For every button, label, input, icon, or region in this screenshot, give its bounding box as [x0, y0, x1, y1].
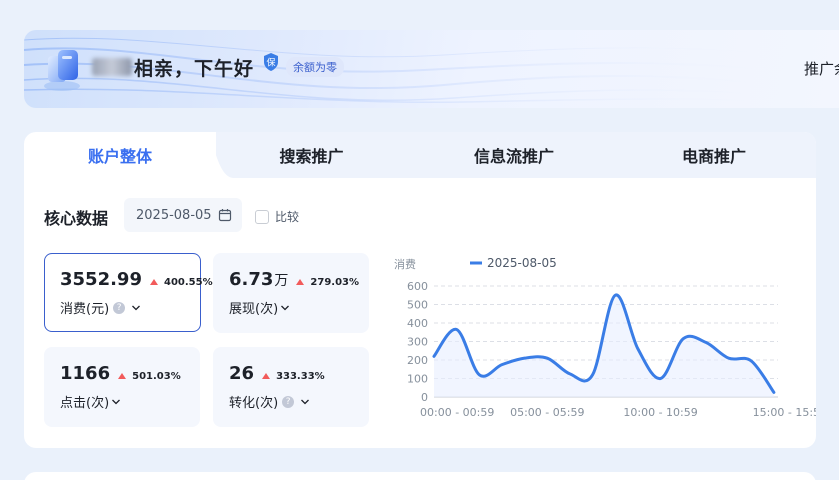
shield-icon[interactable]: 保 — [262, 52, 280, 72]
up-arrow-icon — [296, 279, 305, 285]
x-tick-label: 05:00 - 05:59 — [510, 406, 584, 419]
metric-label: 转化(次) — [229, 396, 279, 411]
help-icon[interactable]: ? — [282, 395, 295, 408]
metric-change: 400.55% — [163, 276, 213, 288]
section-title: 核心数据 — [44, 209, 109, 228]
date-value: 2025-08-05 — [136, 207, 212, 223]
compare-label: 比较 — [275, 210, 300, 224]
metric-card-cost[interactable]: 3552.99 400.55% 消费(元) ? — [44, 253, 213, 332]
legend-label: 2025-08-05 — [487, 256, 557, 270]
help-icon[interactable]: ? — [113, 301, 126, 314]
compare-toggle[interactable]: 比较 — [255, 208, 299, 225]
x-tick-label: 00:00 - 00:59 — [420, 406, 494, 419]
metric-card-impressions[interactable]: 6.73 万 279.03% 展现(次) — [213, 253, 369, 333]
y-tick-label: 300 — [407, 336, 428, 349]
chevron-down-icon[interactable] — [280, 303, 290, 313]
up-arrow-icon — [149, 279, 158, 285]
up-arrow-icon — [118, 373, 127, 379]
balance-status-badge[interactable]: 余额为零 — [286, 57, 345, 77]
tab-feed-promotion[interactable]: 信息流推广 — [434, 132, 594, 178]
date-picker[interactable]: 2025-08-05 — [124, 198, 242, 232]
chevron-down-icon[interactable] — [111, 397, 121, 407]
tab-account-overall[interactable]: 账户整体 — [24, 132, 216, 178]
x-tick-label: 10:00 - 10:59 — [623, 406, 697, 419]
metric-change: 333.33% — [276, 370, 325, 382]
metric-change: 501.03% — [132, 370, 181, 382]
greeting-row: 相亲，下午好 保 余额为零 — [92, 52, 345, 82]
y-tick-label: 0 — [421, 391, 428, 404]
metric-value: 6.73 — [229, 269, 274, 290]
y-tick-label: 200 — [407, 354, 428, 367]
metric-change: 279.03% — [310, 276, 360, 288]
metric-unit: 万 — [274, 273, 289, 289]
x-tick-label: 15:00 - 15:59 — [753, 406, 816, 419]
chevron-down-icon[interactable] — [300, 397, 310, 407]
series-area — [434, 294, 774, 397]
secondary-card — [24, 472, 816, 480]
calendar-icon — [218, 209, 232, 222]
y-axis-label: 消费 — [394, 257, 416, 271]
header-banner: 相亲，下午好 保 余额为零 推广余 — [24, 30, 839, 108]
metric-label: 消费(元) — [60, 302, 110, 317]
tab-label: 电商推广 — [681, 147, 746, 166]
tab-label: 账户整体 — [87, 147, 152, 166]
svg-text:保: 保 — [267, 57, 276, 69]
tab-label: 搜索推广 — [279, 147, 344, 166]
tab-search-promotion[interactable]: 搜索推广 — [234, 132, 389, 178]
metric-card-conversions[interactable]: 26 333.33% 转化(次) ? — [213, 347, 369, 427]
metric-card-clicks[interactable]: 1166 501.03% 点击(次) — [44, 347, 200, 427]
metric-value: 1166 — [60, 363, 111, 384]
redacted-username — [92, 58, 132, 76]
chevron-down-icon[interactable] — [131, 303, 141, 313]
brand-logo-icon — [44, 50, 80, 91]
compare-checkbox[interactable] — [255, 209, 269, 224]
y-tick-label: 500 — [407, 299, 428, 312]
metric-label: 点击(次) — [60, 396, 110, 411]
y-tick-label: 400 — [407, 317, 428, 330]
up-arrow-icon — [262, 373, 271, 379]
y-tick-label: 100 — [407, 373, 428, 386]
y-tick-label: 600 — [407, 280, 428, 293]
metric-value: 26 — [229, 363, 255, 384]
greeting-text: 相亲，下午好 — [134, 57, 255, 80]
metric-value: 3552.99 — [60, 269, 142, 290]
promotion-link[interactable]: 推广余 — [804, 58, 839, 79]
tab-curve — [204, 132, 234, 178]
tab-ecommerce-promotion[interactable]: 电商推广 — [644, 132, 784, 178]
cost-trend-chart: 消费 2025-08-05 0 100 200 300 400 500 600 00:00 - 0… — [394, 256, 816, 419]
overview-card: 账户整体 搜索推广 信息流推广 电商推广 核心数据 2025-08-05 比较 … — [24, 132, 816, 448]
metric-label: 展现(次) — [229, 302, 279, 317]
tab-bar: 账户整体 搜索推广 信息流推广 电商推广 — [24, 132, 816, 178]
tab-label: 信息流推广 — [473, 147, 554, 166]
